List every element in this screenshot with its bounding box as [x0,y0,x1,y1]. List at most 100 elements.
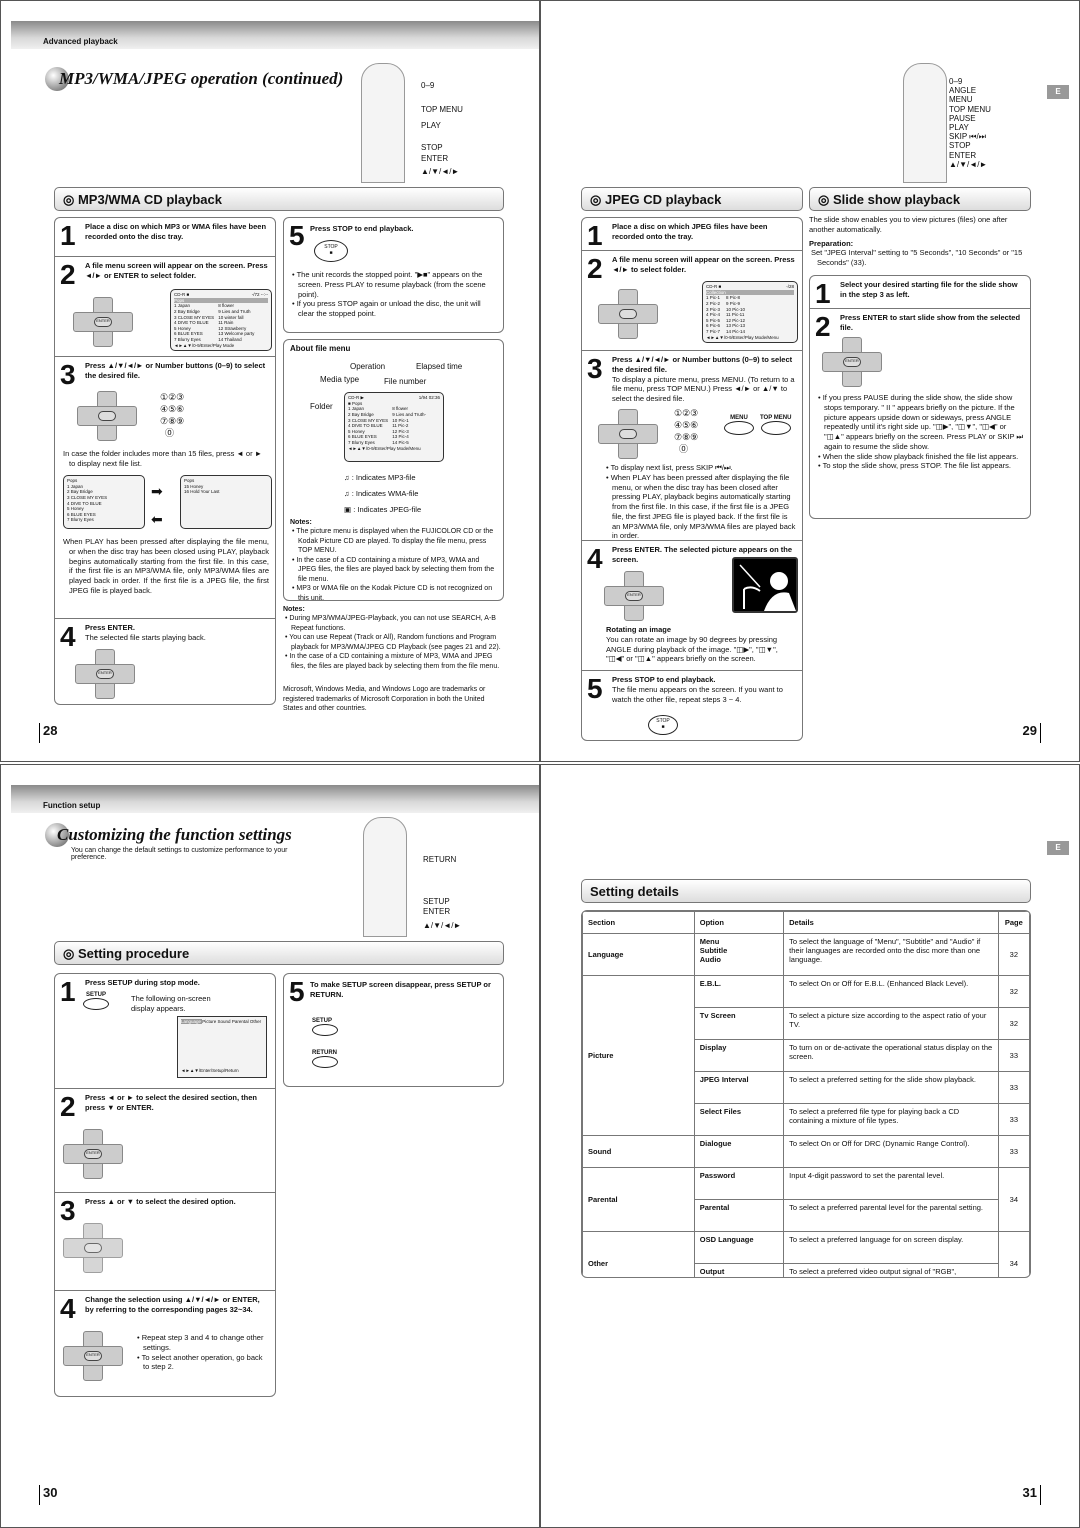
bullet: • Repeat step 3 and 4 to change other se… [137,1333,264,1352]
section-cell: Sound [582,1135,695,1168]
label-folder: Folder [310,402,333,411]
slide-step-1: 1 Select your desired starting file for … [815,278,1018,309]
step-5: 5 Press STOP to end playback. The file m… [582,670,802,742]
dpad-icon [598,289,658,339]
label-elapsed-time: Elapsed time [416,362,463,371]
slide-step-2: 2 Press ENTER to start slide show from t… [810,308,1030,520]
slide-intro: The slide show enables you to view pictu… [809,215,1023,267]
file-item: 16 Hold Your Last [184,489,220,495]
file-list-left: 1 Japan 2 Bay Bridge 3 CLOSE MY EYES 4 DIVE… [174,303,214,342]
dpad-icon: ENTER [75,649,135,699]
mp3-steps-box: 1 Place a disc on which MP3 or WMA files… [54,217,276,705]
bullet: • To select another operation, go back t… [137,1352,263,1372]
dpad-icon [77,391,137,441]
menu-button: MENU [724,415,754,437]
section-header-bar: Function setup [11,785,539,813]
setup-tab: Other [249,1019,262,1024]
remote-label: SKIP ⏮/⏭ [949,132,986,142]
page-cell: 32 [997,975,1030,1008]
remote-control-icon [903,63,947,183]
file-item: 7 Blurry Eyes [67,517,94,523]
step-2: 2 A file menu screen will appear on the … [55,256,275,356]
details-cell: To select On or Off for DRC (Dynamic Ran… [783,1135,999,1168]
column-header: Option [693,911,785,934]
jpeg-file-menu-screen: CD-R ■ -/28 Collection 1 Pic-1 2 Pic-2 3 Pi… [702,281,798,343]
label-file-number: File number [384,377,427,386]
remote-label: 0–9 [949,77,963,86]
step-5-box: 5 To make SETUP screen disappear, press … [283,973,504,1087]
file-item: 9 Lies and Truth [218,308,251,314]
details-cell: To select On or Off for E.B.L. (Enhanced… [783,975,999,1008]
remote-label: ENTER [421,154,449,163]
details-cell: To select a preferred video output signa… [783,1263,999,1277]
slide-show-section-heading: ◎ Slide show playback [809,187,1031,211]
jpeg-steps-box: 1 Place a disc on which JPEG files have … [581,217,803,741]
setting-details-table-box: Section Option Details Page Language Menu Sub… [581,910,1031,1278]
cd-icon: ◎ [590,192,605,207]
table-row: Language Menu Subtitle Audio To select the… [582,933,1030,976]
page-31: E Setting details Section Option Details Pa… [540,764,1080,1528]
option-cell: JPEG Interval [693,1071,785,1104]
stop-button-icon: STOP ■ [648,715,678,735]
jpeg-section-heading: ◎ JPEG CD playback [581,187,803,211]
remote-label: ENTER [949,150,977,160]
step-2: 2 A file menu screen will appear on the … [582,250,802,350]
step4-bullets: • Repeat step 3 and 4 to change other se… [135,1333,269,1372]
page-number: 28 [39,723,57,743]
column-header: Details [783,911,999,934]
file-list-right: 8 flower 9 Lies and Truth 10 winter fall 11… [218,303,254,342]
file-item: 14 Thailand [218,337,242,342]
bullet: When PLAY has been pressed after display… [63,537,269,595]
file-item: 9 Lies and Truth- [392,411,426,417]
file-item: 11 Pic-11 [726,312,745,318]
note-item: • During MP3/WMA/JPEG-Playback, you can … [285,615,496,632]
remote-labels: 0–9 ANGLE MENU TOP MENU PAUSE PLAY SKIP ⏮/⏭ STO… [949,77,991,169]
column-header: Section [582,911,695,934]
details-cell: To select the language of "Menu", "Subti… [783,933,999,976]
dpad-icon: ENTER [63,1129,123,1179]
file-item: 2 Pic-2 [706,300,721,306]
bullet: • When PLAY has been pressed after displ… [606,472,796,541]
bullet: • To display next list, press SKIP ⏮/⏭. [606,463,733,472]
bullet: In case the folder includes more than 15… [63,449,263,468]
page-title: Customizing the function settings [57,825,292,844]
note-item: • In the case of a CD containing a mixtu… [292,556,495,583]
file-item: 7 Blurry Eyes [348,440,375,445]
remote-label: STOP [421,143,443,152]
bullet: • When the slide show playback finished … [818,451,1019,461]
mp3-section-heading: ◎ MP3/WMA CD playback [54,187,504,211]
language-tab-e: E [1047,85,1069,99]
table-row: Sound Dialogue To select On or Off for DRC… [582,1135,1030,1168]
page-28: Advanced playback MP3/WMA/JPEG operation… [0,0,540,762]
note-item: • You can use Repeat (Track or All), Ran… [285,634,501,651]
setting-details-table: Section Option Details Page Language Menu Sub… [582,911,1030,1277]
table-row: Parental Password Input 4-digit password t… [582,1167,1030,1232]
option-cell: Select Files [693,1103,785,1136]
file-menu-screen-page2: Pops 15 Honey 16 Hold Your Last [180,475,272,529]
step-1: 1 Press SETUP during stop mode. SETUP Th… [55,974,275,1088]
remote-label: ▲/▼/◄/► [949,159,988,169]
remote-label: PLAY [421,121,441,130]
section-header: Function setup [43,801,101,810]
setup-screen: Language Picture Sound Parental Other ◄►… [177,1016,267,1078]
file-item: 4 Pic-4 [706,312,721,318]
bullet: • If you press PAUSE during the slide sh… [818,393,1024,451]
about-file-menu-box: About file menu Operation Elapsed time M… [283,339,504,602]
setup-tab: Parental [231,1019,250,1024]
remote-control-icon [363,817,407,937]
file-item: 14 Pic-14 [726,329,746,334]
disc-icons: ◎ [63,946,78,961]
setup-button: SETUP [312,1018,338,1038]
step-2: 2 Press ◄ or ► to select the desired sec… [55,1088,275,1192]
details-cell: Input 4-digit password to set the parent… [783,1167,999,1200]
cd-icon: ◎ [818,192,833,207]
step-4: 4 Press ENTER. The selected picture appe… [582,540,802,670]
page-cell: 33 [997,1103,1030,1136]
return-button: RETURN [312,1050,338,1070]
dpad-icon: ENTER [73,297,133,347]
remote-label: ANGLE [949,86,977,96]
remote-label: STOP [949,141,971,151]
page-cell: 33 [997,1039,1030,1072]
remote-label: PLAY [949,123,969,133]
option-cell: Display [693,1039,785,1072]
